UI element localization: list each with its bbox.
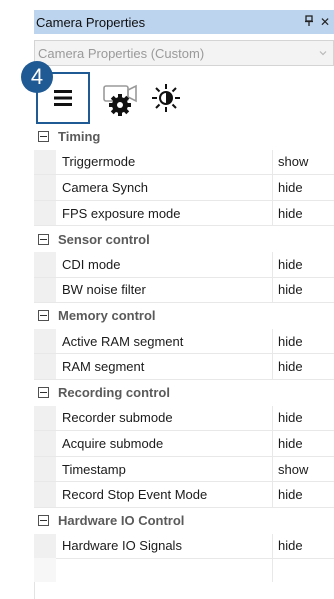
category-label: Sensor control — [58, 231, 150, 247]
property-name: BW noise filter — [62, 282, 146, 298]
chevron-down-icon — [319, 51, 327, 56]
property-name: Hardware IO Signals — [62, 538, 182, 554]
properties-preset-dropdown[interactable]: Camera Properties (Custom) — [34, 40, 334, 66]
property-name: Record Stop Event Mode — [62, 487, 208, 503]
property-name: CDI mode — [62, 256, 121, 272]
collapse-toggle-icon[interactable] — [38, 131, 49, 143]
close-icon[interactable]: ✕ — [320, 15, 330, 29]
property-value[interactable]: hide — [278, 410, 303, 425]
property-row[interactable]: Active RAM segment hide — [34, 328, 334, 355]
property-row[interactable]: Acquire submode hide — [34, 431, 334, 457]
property-value[interactable]: hide — [278, 359, 303, 374]
property-row[interactable]: Recorder submode hide — [34, 405, 334, 432]
property-name: FPS exposure mode — [62, 205, 181, 221]
collapse-toggle-icon[interactable] — [38, 233, 49, 245]
property-row[interactable]: Triggermode show — [34, 149, 334, 176]
property-value[interactable]: hide — [278, 487, 303, 502]
category-label: Timing — [58, 129, 101, 145]
property-row[interactable]: Record Stop Event Mode hide — [34, 482, 334, 508]
collapse-toggle-icon[interactable] — [38, 515, 49, 527]
property-row[interactable]: CDI mode hide — [34, 251, 334, 278]
category-label: Hardware IO Control — [58, 513, 185, 529]
property-row[interactable]: Timestamp show — [34, 456, 334, 483]
property-value[interactable]: show — [278, 154, 308, 169]
category-row[interactable]: Sensor control — [34, 226, 334, 252]
brightness-button[interactable] — [144, 72, 188, 124]
property-value[interactable]: hide — [278, 206, 303, 221]
toolbar — [34, 72, 334, 124]
property-name: Acquire submode — [62, 435, 164, 451]
property-name: RAM segment — [62, 359, 145, 375]
category-row[interactable]: Hardware IO Control — [34, 507, 334, 534]
property-value[interactable]: hide — [278, 334, 303, 349]
collapse-toggle-icon[interactable] — [38, 310, 49, 322]
property-value[interactable]: hide — [278, 257, 303, 272]
brightness-icon — [152, 84, 180, 112]
camera-gear-icon — [103, 84, 137, 116]
property-name: Triggermode — [62, 154, 136, 170]
panel-titlebar: Camera Properties ✕ — [34, 10, 334, 34]
property-name: Active RAM segment — [62, 333, 184, 349]
property-value[interactable]: hide — [278, 436, 303, 451]
dropdown-value: Camera Properties (Custom) — [38, 45, 205, 61]
property-name: Timestamp — [62, 461, 126, 477]
property-row[interactable]: RAM segment hide — [34, 354, 334, 380]
category-label: Memory control — [58, 308, 156, 324]
property-row[interactable]: FPS exposure mode hide — [34, 200, 334, 227]
property-value[interactable]: hide — [278, 180, 303, 195]
property-row[interactable]: BW noise filter hide — [34, 277, 334, 304]
property-value[interactable]: show — [278, 462, 308, 477]
category-row[interactable]: Timing — [34, 124, 334, 150]
pin-icon[interactable] — [304, 14, 314, 30]
property-name: Camera Synch — [62, 179, 148, 195]
property-row[interactable]: Camera Synch hide — [34, 175, 334, 201]
collapse-toggle-icon[interactable] — [38, 387, 49, 399]
property-name: Recorder submode — [62, 410, 173, 426]
step-badge: 4 — [21, 61, 53, 93]
category-label: Recording control — [58, 385, 170, 401]
panel-title: Camera Properties — [36, 14, 146, 30]
property-grid-empty-area — [34, 558, 334, 582]
property-value[interactable]: hide — [278, 282, 303, 297]
camera-settings-button[interactable] — [94, 72, 144, 124]
list-icon — [54, 90, 72, 106]
property-value[interactable]: hide — [278, 538, 303, 553]
category-row[interactable]: Recording control — [34, 379, 334, 406]
property-grid: Timing Triggermode show Camera Synch hide FPS… — [34, 124, 334, 599]
property-row[interactable]: Hardware IO Signals hide — [34, 533, 334, 560]
category-row[interactable]: Memory control — [34, 303, 334, 329]
